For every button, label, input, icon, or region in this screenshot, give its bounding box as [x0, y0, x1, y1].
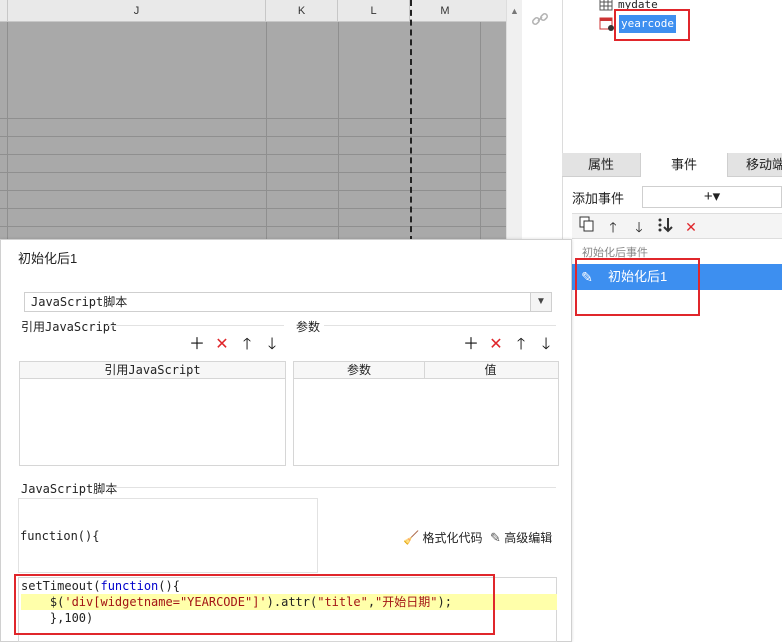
advanced-edit-label: 高级编辑 [504, 531, 553, 545]
section-divider [108, 487, 556, 488]
params-label: 参数 [296, 320, 321, 334]
link-column [522, 0, 562, 242]
format-code-button[interactable]: 🧹 格式化代码 [403, 529, 483, 546]
event-toolbar: 🡑 🡓 ✕ [572, 213, 782, 239]
move-up-icon[interactable]: 🡑 [602, 216, 624, 238]
column-header-j[interactable]: J [8, 0, 266, 22]
tab-bar: 属性 事件 移动端 [562, 153, 782, 177]
edit-icon: ✎ [490, 530, 501, 545]
column-header-m[interactable]: M [410, 0, 480, 22]
highlight-box-event [575, 258, 700, 316]
add-event-button[interactable]: +▾ [642, 186, 782, 208]
section-divider [108, 325, 284, 326]
move-down-icon[interactable]: 🡓 [537, 336, 555, 354]
params-table-header: 参数 值 [294, 362, 558, 379]
grid-line [0, 136, 506, 137]
ref-js-label: 引用JavaScript [21, 320, 118, 334]
column-header-row: J K L M [0, 0, 506, 22]
chevron-down-icon[interactable]: ▼ [530, 293, 551, 311]
spreadsheet-grid[interactable]: J K L M [0, 0, 522, 242]
right-panel: mydate yearcode [562, 0, 782, 642]
delete-icon[interactable]: ✕ [680, 216, 702, 238]
script-type-value: JavaScript脚本 [31, 295, 128, 309]
broom-icon: 🧹 [403, 530, 420, 545]
grid-line [0, 154, 506, 155]
move-down-icon[interactable]: 🡓 [263, 336, 281, 354]
vertical-scrollbar[interactable]: ▲ [506, 0, 522, 242]
params-col-name: 参数 [294, 362, 425, 378]
column-header-l[interactable]: L [338, 0, 410, 22]
params-table[interactable]: 参数 值 [293, 361, 559, 466]
move-down-icon[interactable]: 🡓 [628, 216, 650, 238]
move-up-icon[interactable]: 🡑 [512, 336, 530, 354]
grid-line [266, 22, 267, 242]
script-type-select[interactable]: JavaScript脚本 ▼ [24, 292, 552, 312]
script-section-label: JavaScript脚本 [21, 482, 118, 496]
add-icon[interactable]: ＋ [188, 336, 206, 354]
highlight-box-code [14, 574, 495, 635]
dialog-title: 初始化后1 [18, 251, 78, 266]
grid-widget-icon [599, 0, 613, 11]
date-widget-icon [599, 16, 614, 31]
tab-mobile[interactable]: 移动端 [728, 153, 782, 177]
scroll-up-arrow-icon[interactable]: ▲ [510, 6, 519, 16]
grid-line [0, 208, 506, 209]
params-col-value: 值 [484, 363, 497, 377]
grid-line [0, 226, 506, 227]
grid-line [0, 190, 506, 191]
tab-properties[interactable]: 属性 [562, 153, 640, 177]
ref-js-table[interactable]: 引用JavaScript [19, 361, 286, 466]
section-divider [324, 325, 556, 326]
grid-line [0, 118, 506, 119]
grid-line [7, 22, 8, 242]
copy-icon[interactable] [576, 216, 598, 238]
format-code-label: 格式化代码 [422, 531, 483, 545]
highlight-box-yearcode [614, 9, 690, 41]
delete-icon[interactable]: ✕ [213, 336, 231, 354]
page-break-line [410, 0, 412, 242]
function-header: function(){ [20, 529, 100, 543]
grid-line [0, 172, 506, 173]
delete-icon[interactable]: ✕ [487, 336, 505, 354]
add-icon[interactable]: ＋ [462, 336, 480, 354]
move-bottom-icon[interactable] [654, 216, 676, 238]
column-header-k[interactable]: K [266, 0, 338, 22]
grid-line [338, 22, 339, 242]
tab-events[interactable]: 事件 [640, 153, 728, 177]
link-icon[interactable] [531, 10, 549, 33]
grid-line [480, 22, 481, 242]
add-event-label: 添加事件 [572, 191, 625, 206]
move-up-icon[interactable]: 🡑 [238, 336, 256, 354]
advanced-edit-button[interactable]: ✎ 高级编辑 [490, 529, 552, 546]
row-header-corner [0, 0, 8, 22]
ref-js-table-header: 引用JavaScript [20, 362, 285, 379]
